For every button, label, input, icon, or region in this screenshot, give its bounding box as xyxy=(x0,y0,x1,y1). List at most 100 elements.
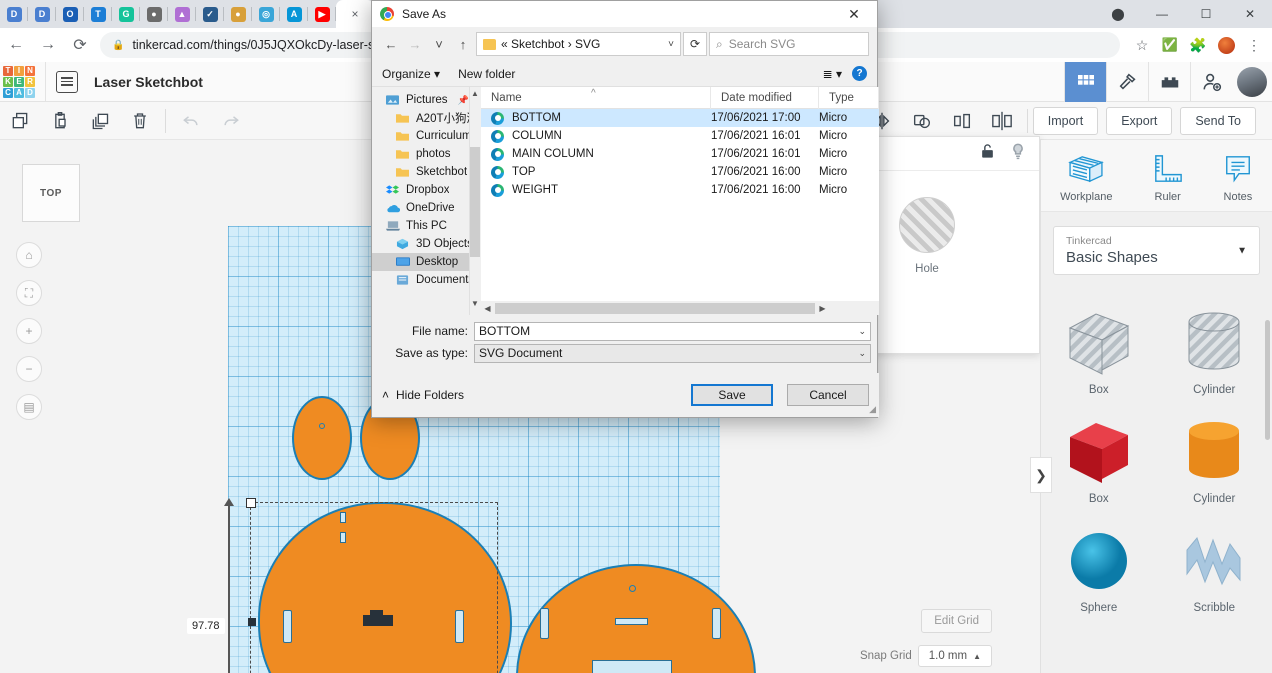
undo-icon[interactable] xyxy=(171,102,211,140)
chevron-down-icon[interactable]: ▼ xyxy=(1237,245,1247,256)
home-icon[interactable]: ⌂ xyxy=(16,242,42,268)
panel-scrollbar[interactable] xyxy=(1265,320,1270,440)
shape-item-cylinder-hatched[interactable]: Cylinder xyxy=(1157,299,1272,404)
close-window-button[interactable]: ✕ xyxy=(1228,0,1272,28)
fit-icon[interactable]: ⛶ xyxy=(16,280,42,306)
paste-icon[interactable] xyxy=(40,102,80,140)
tree-scroll-thumb[interactable] xyxy=(470,147,480,257)
duplicate-icon[interactable] xyxy=(80,102,120,140)
group-shape-icon[interactable] xyxy=(902,102,942,140)
shape-dot-a[interactable] xyxy=(319,423,325,429)
handle-left-mid[interactable] xyxy=(248,618,256,626)
close-icon[interactable]: × xyxy=(351,7,358,21)
scroll-right-icon[interactable]: ▶ xyxy=(816,304,829,313)
recent-locations-icon[interactable]: ˅ xyxy=(428,32,450,56)
cut-slot-6[interactable] xyxy=(712,608,721,639)
cancel-button[interactable]: Cancel xyxy=(787,384,869,406)
browser-tab-tinkercad-tab[interactable]: T xyxy=(84,0,112,28)
tree-item-documents[interactable]: Documents xyxy=(372,271,481,289)
browser-tab-outlook-tab[interactable]: O xyxy=(56,0,84,28)
profile-avatar-icon[interactable] xyxy=(1212,28,1240,62)
shape-library-selector[interactable]: Tinkercad Basic Shapes ▼ xyxy=(1053,226,1260,275)
tree-item-desktop[interactable]: Desktop xyxy=(372,253,481,271)
copy-icon[interactable] xyxy=(0,102,40,140)
file-row[interactable]: MAIN COLUMN 17/06/2021 16:01 Micro xyxy=(481,145,879,163)
tree-item-pictures[interactable]: Pictures 📌 xyxy=(372,91,481,109)
extensions-puzzle-icon[interactable]: 🧩 xyxy=(1184,28,1212,62)
project-menu-icon[interactable] xyxy=(56,70,78,93)
close-icon[interactable]: ✕ xyxy=(839,6,869,23)
zoom-out-icon[interactable]: − xyxy=(16,356,42,382)
forward-icon[interactable]: → xyxy=(32,28,64,62)
browser-tab-globe-tab[interactable]: ● xyxy=(140,0,168,28)
shape-item-scribble[interactable]: Scribble xyxy=(1157,517,1272,622)
tree-item-sketchbot[interactable]: Sketchbot xyxy=(372,163,481,181)
cut-window[interactable] xyxy=(592,660,672,673)
shape-ellipse-left[interactable] xyxy=(292,396,352,480)
ortho-icon[interactable]: ▤ xyxy=(16,394,42,420)
browser-menu-icon[interactable]: ⋮ xyxy=(1240,28,1268,62)
align-icon[interactable] xyxy=(942,102,982,140)
grid-icon[interactable] xyxy=(1064,61,1106,102)
browser-tab-shield-tab[interactable]: ◎ xyxy=(252,0,280,28)
zoom-in-icon[interactable]: + xyxy=(16,318,42,344)
file-row[interactable]: BOTTOM 17/06/2021 17:00 Micro xyxy=(481,109,879,127)
handle-top-left[interactable] xyxy=(246,498,256,508)
browser-tab-docs-tab[interactable]: D xyxy=(0,0,28,28)
refresh-icon[interactable]: ⟳ xyxy=(683,32,707,56)
tree-item-a20t小狗测试模[interactable]: A20T小狗测试模 xyxy=(372,109,481,127)
tree-item-curriculum-grade[interactable]: Curriculum Grade xyxy=(372,127,481,145)
add-user-icon[interactable] xyxy=(1190,61,1232,102)
maximize-button[interactable]: ☐ xyxy=(1184,0,1228,28)
cut-slot-5[interactable] xyxy=(540,608,549,639)
shape-item-sphere-blue[interactable]: Sphere xyxy=(1041,517,1157,622)
send-to-button[interactable]: Send To xyxy=(1180,106,1256,135)
export-button[interactable]: Export xyxy=(1106,106,1173,135)
unlock-icon[interactable] xyxy=(980,143,995,165)
help-icon[interactable]: ? xyxy=(852,66,867,81)
save-button[interactable]: Save xyxy=(691,384,773,406)
browser-tab-thingiverse-tab[interactable]: ▲ xyxy=(168,0,196,28)
dim-height-label[interactable]: 97.78 xyxy=(187,618,225,634)
up-icon[interactable]: ↑ xyxy=(452,32,474,56)
tree-scrollbar[interactable]: ▲ ▼ xyxy=(469,87,481,315)
shape-item-cylinder-orange[interactable]: Cylinder xyxy=(1157,408,1272,513)
reload-icon[interactable]: ⟳ xyxy=(64,28,96,62)
file-row[interactable]: COLUMN 17/06/2021 16:01 Micro xyxy=(481,127,879,145)
filename-input[interactable]: BOTTOM ⌄ xyxy=(474,321,871,341)
flip-icon[interactable] xyxy=(982,102,1022,140)
pin-icon[interactable]: 📌 xyxy=(458,95,469,106)
panel-collapse-toggle[interactable]: ❯ xyxy=(1030,457,1052,493)
bookmark-star-icon[interactable]: ☆ xyxy=(1128,28,1156,62)
tree-item-photos[interactable]: photos xyxy=(372,145,481,163)
browser-tab-autodesk-tab[interactable]: A xyxy=(280,0,308,28)
profile-badge-icon[interactable]: ⬤ xyxy=(1096,0,1140,28)
shape-item-box-hatched[interactable]: Box xyxy=(1041,299,1157,404)
search-input[interactable]: ⌕ Search SVG xyxy=(709,32,869,56)
chevron-down-icon[interactable]: ˅ xyxy=(668,39,674,50)
scroll-left-icon[interactable]: ◀ xyxy=(481,304,494,313)
ruler-tool[interactable]: Ruler xyxy=(1151,154,1185,203)
active-tab[interactable]: × xyxy=(336,0,374,28)
hscroll-thumb[interactable] xyxy=(495,302,815,314)
hide-folders-button[interactable]: ˄ Hide Folders xyxy=(382,388,464,402)
shape-dot-b[interactable] xyxy=(629,585,636,592)
file-row[interactable]: WEIGHT 17/06/2021 16:00 Micro xyxy=(481,181,879,199)
back-icon[interactable]: ← xyxy=(0,28,32,62)
shape-item-box-red[interactable]: Box xyxy=(1041,408,1157,513)
tree-scroll-down-icon[interactable]: ▼ xyxy=(470,299,480,313)
file-list[interactable]: Name ^ Date modified Type BOTTOM 17/06/20… xyxy=(481,86,879,315)
forward-icon[interactable]: → xyxy=(404,32,426,56)
import-button[interactable]: Import xyxy=(1032,106,1099,135)
snap-grid-value[interactable]: 1.0 mm ▲ xyxy=(917,645,992,667)
minimize-button[interactable]: — xyxy=(1140,0,1184,28)
resize-grip-icon[interactable]: ◢ xyxy=(869,404,876,415)
tree-item-dropbox[interactable]: Dropbox xyxy=(372,181,481,199)
browser-tab-docs-tab-2[interactable]: D xyxy=(28,0,56,28)
cut-slot-7[interactable] xyxy=(615,618,648,625)
browser-tab-youtube-tab[interactable]: ▶ xyxy=(308,0,336,28)
column-header-name[interactable]: Name ^ xyxy=(481,86,711,109)
hole-swatch[interactable] xyxy=(899,197,955,253)
browser-tab-steam-tab[interactable]: ✓ xyxy=(196,0,224,28)
tree-item-3d-objects[interactable]: 3D Objects xyxy=(372,235,481,253)
